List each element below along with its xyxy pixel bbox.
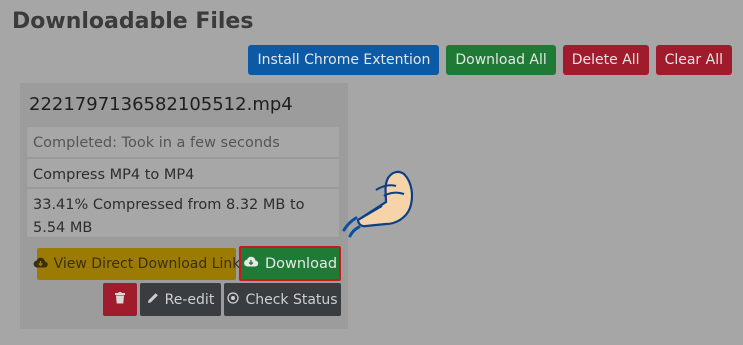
view-direct-download-link-label: View Direct Download Link [53, 256, 241, 272]
page-title: Downloadable Files [12, 9, 254, 34]
trash-icon [115, 291, 125, 308]
circle-dot-icon [227, 291, 240, 308]
pencil-icon [147, 292, 159, 308]
cloud-download-icon [33, 257, 48, 272]
re-edit-label: Re-edit [164, 291, 215, 308]
download-all-button[interactable]: Download All [446, 45, 556, 75]
file-result: 33.41% Compressed from 8.32 MB to 5.54 M… [26, 188, 340, 238]
delete-file-button[interactable] [103, 283, 137, 316]
file-name: 2221797136582105512.mp4 [29, 94, 293, 115]
file-card: 2221797136582105512.mp4 Completed: Took … [20, 83, 348, 329]
view-direct-download-link-button[interactable]: View Direct Download Link [33, 248, 240, 280]
download-label: Download [264, 255, 338, 272]
clear-all-button[interactable]: Clear All [655, 45, 732, 75]
install-chrome-extension-button[interactable]: Install Chrome Extention [248, 45, 440, 75]
re-edit-button[interactable]: Re-edit [140, 283, 221, 316]
file-operation: Compress MP4 to MP4 [26, 158, 340, 188]
cloud-download-icon [243, 256, 259, 271]
pointing-hand-icon [336, 162, 422, 242]
download-button[interactable]: Download [239, 246, 341, 281]
file-status: Completed: Took in a few seconds [26, 126, 340, 158]
delete-all-button[interactable]: Delete All [562, 45, 649, 75]
top-actions-toolbar: Install Chrome Extention Download All De… [248, 45, 732, 75]
check-status-button[interactable]: Check Status [224, 283, 341, 316]
check-status-label: Check Status [245, 291, 338, 308]
